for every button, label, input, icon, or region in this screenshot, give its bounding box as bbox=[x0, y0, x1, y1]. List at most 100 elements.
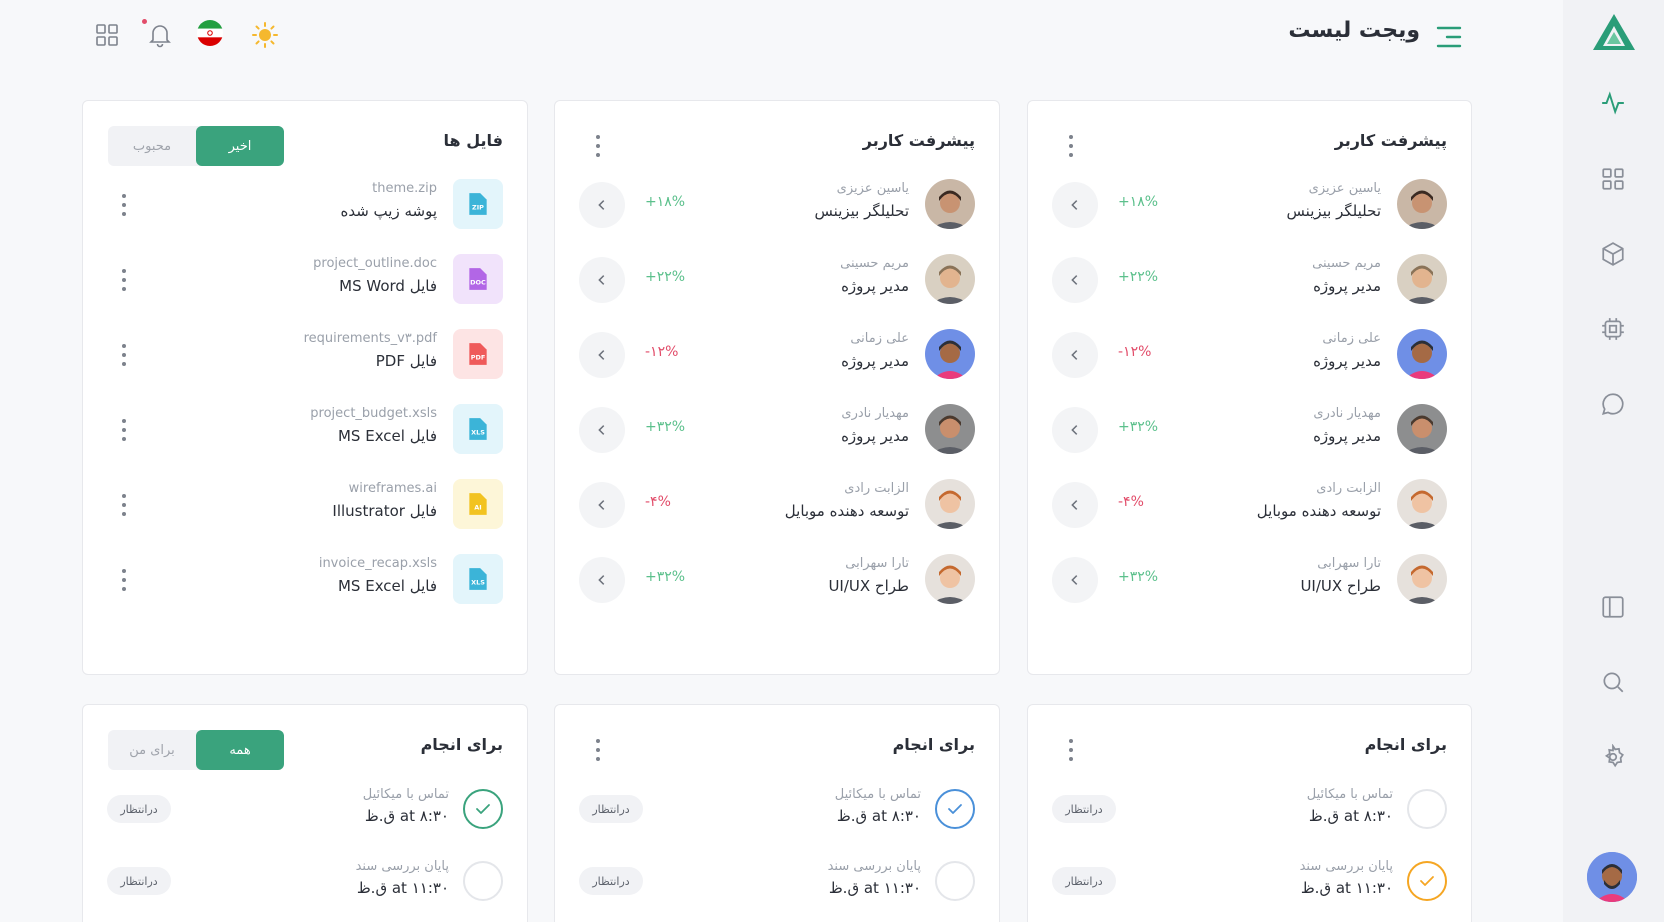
chevron-left-icon bbox=[1071, 350, 1078, 360]
chat-icon[interactable] bbox=[1600, 391, 1626, 417]
status-badge: درانتظار bbox=[107, 795, 171, 823]
settings-icon[interactable] bbox=[1600, 743, 1626, 770]
chevron-left-button[interactable] bbox=[1052, 332, 1098, 378]
user-progress-row[interactable]: الزابت رادی توسعه دهنده موبایل -۴% bbox=[1028, 479, 1471, 531]
user-name: یاسین عزیزی bbox=[1308, 181, 1381, 196]
tab-for-me[interactable]: برای من bbox=[108, 730, 196, 770]
chevron-left-button[interactable] bbox=[1052, 182, 1098, 228]
user-progress-card: پیشرفت کاربر یاسین عزیزی تحلیلگر بیزینس +۱… bbox=[1027, 100, 1472, 675]
more-options-icon[interactable] bbox=[1066, 135, 1076, 157]
more-options-icon[interactable] bbox=[1066, 739, 1076, 761]
task-checkbox[interactable] bbox=[935, 861, 975, 901]
progress-change: -۱۲% bbox=[645, 344, 679, 360]
file-type: فایل PDF bbox=[375, 352, 437, 370]
cpu-icon[interactable] bbox=[1600, 316, 1626, 342]
more-options-icon[interactable] bbox=[593, 135, 603, 157]
avatar bbox=[1397, 404, 1447, 454]
user-progress-row[interactable]: الزابت رادی توسعه دهنده موبایل -۴% bbox=[555, 479, 999, 531]
grid-icon[interactable] bbox=[1600, 166, 1626, 192]
file-options-icon[interactable] bbox=[119, 269, 129, 291]
progress-change: +۱۸% bbox=[1118, 194, 1159, 210]
user-role: مدیر پروژه bbox=[841, 352, 909, 370]
todo-card: برای انجام تماس با میکائیل ۸:۳۰ at ق.ظ درا… bbox=[1027, 704, 1472, 922]
apps-grid-icon[interactable] bbox=[94, 22, 120, 48]
user-progress-row[interactable]: یاسین عزیزی تحلیلگر بیزینس +۱۸% bbox=[555, 179, 999, 231]
progress-change: +۳۲% bbox=[645, 569, 686, 585]
task-name: تماس با میکائیل bbox=[362, 787, 449, 802]
logo[interactable] bbox=[1591, 12, 1637, 52]
bell-icon[interactable] bbox=[147, 22, 173, 48]
chevron-left-icon bbox=[1071, 425, 1078, 435]
file-options-icon[interactable] bbox=[119, 569, 129, 591]
user-progress-row[interactable]: علی زمانی مدیر پروژه -۱۲% bbox=[1028, 329, 1471, 381]
user-role: طراح UI/UX bbox=[1300, 577, 1381, 595]
tab-all[interactable]: همه bbox=[196, 730, 284, 770]
layout-icon[interactable] bbox=[1600, 594, 1626, 620]
task-time: ۸:۳۰ at ق.ظ bbox=[836, 807, 921, 825]
chevron-left-button[interactable] bbox=[579, 182, 625, 228]
todo-item: پایان بررسی سند ۱۱:۳۰ at ق.ظ درانتظار bbox=[83, 859, 527, 909]
task-checkbox[interactable] bbox=[935, 789, 975, 829]
file-options-icon[interactable] bbox=[119, 419, 129, 441]
user-name: مریم حسینی bbox=[840, 256, 909, 271]
chevron-left-button[interactable] bbox=[1052, 407, 1098, 453]
task-time: ۱۱:۳۰ at ق.ظ bbox=[1300, 879, 1393, 897]
task-name: پایان بررسی سند bbox=[355, 859, 449, 874]
user-progress-row[interactable]: مریم حسینی مدیر پروژه +۲۲% bbox=[555, 254, 999, 306]
chevron-left-button[interactable] bbox=[1052, 257, 1098, 303]
chevron-left-button[interactable] bbox=[1052, 557, 1098, 603]
chevron-left-button[interactable] bbox=[579, 482, 625, 528]
zip-icon: ZIP bbox=[453, 179, 503, 229]
chevron-left-icon bbox=[598, 350, 605, 360]
user-name: مهدیار نادری bbox=[1313, 406, 1381, 421]
task-checkbox[interactable] bbox=[463, 861, 503, 901]
chevron-left-icon bbox=[598, 275, 605, 285]
search-icon[interactable] bbox=[1600, 669, 1626, 695]
file-options-icon[interactable] bbox=[119, 494, 129, 516]
svg-text:PDF: PDF bbox=[471, 353, 486, 361]
file-options-icon[interactable] bbox=[119, 344, 129, 366]
activity-icon[interactable] bbox=[1600, 90, 1626, 116]
task-checkbox[interactable] bbox=[1407, 789, 1447, 829]
file-type: پوشه زیپ شده bbox=[340, 202, 437, 220]
user-progress-row[interactable]: علی زمانی مدیر پروژه -۱۲% bbox=[555, 329, 999, 381]
user-progress-row[interactable]: یاسین عزیزی تحلیلگر بیزینس +۱۸% bbox=[1028, 179, 1471, 231]
chevron-left-button[interactable] bbox=[579, 407, 625, 453]
user-progress-row[interactable]: مهدیار نادری مدیر پروژه +۳۲% bbox=[1028, 404, 1471, 456]
user-role: توسعه دهنده موبایل bbox=[1256, 502, 1381, 520]
theme-toggle-icon[interactable] bbox=[252, 22, 278, 48]
file-row: AI wireframes.ai فایل Illustrator bbox=[83, 479, 527, 531]
more-options-icon[interactable] bbox=[593, 739, 603, 761]
task-checkbox[interactable] bbox=[463, 789, 503, 829]
chevron-left-button[interactable] bbox=[1052, 482, 1098, 528]
tab-popular[interactable]: محبوب bbox=[108, 126, 196, 166]
files-card: فایل ها اخیر محبوب ZIP theme.zip پوشه زیپ … bbox=[82, 100, 528, 675]
user-name: علی زمانی bbox=[1322, 331, 1381, 346]
card-title: فایل ها bbox=[443, 131, 503, 150]
chevron-left-button[interactable] bbox=[579, 557, 625, 603]
user-name: تارا سهرابی bbox=[1317, 556, 1381, 571]
language-flag-icon[interactable] bbox=[197, 20, 227, 50]
user-progress-row[interactable]: مهدیار نادری مدیر پروژه +۳۲% bbox=[555, 404, 999, 456]
user-avatar[interactable] bbox=[1587, 852, 1637, 902]
card-title: پیشرفت کاربر bbox=[1334, 131, 1447, 150]
task-checkbox[interactable] bbox=[1407, 861, 1447, 901]
chevron-left-button[interactable] bbox=[579, 257, 625, 303]
tab-recent[interactable]: اخیر bbox=[196, 126, 284, 166]
file-row: ZIP theme.zip پوشه زیپ شده bbox=[83, 179, 527, 231]
user-progress-row[interactable]: مریم حسینی مدیر پروژه +۲۲% bbox=[1028, 254, 1471, 306]
card-title: برای انجام bbox=[892, 735, 975, 754]
status-badge: درانتظار bbox=[107, 867, 171, 895]
menu-toggle-icon[interactable] bbox=[1435, 24, 1463, 50]
task-name: تماس با میکائیل bbox=[1306, 787, 1393, 802]
user-role: مدیر پروژه bbox=[841, 277, 909, 295]
chevron-left-button[interactable] bbox=[579, 332, 625, 378]
file-type: فایل Illustrator bbox=[332, 502, 437, 520]
user-progress-row[interactable]: تارا سهرابی طراح UI/UX +۳۲% bbox=[555, 554, 999, 606]
user-progress-row[interactable]: تارا سهرابی طراح UI/UX +۳۲% bbox=[1028, 554, 1471, 606]
progress-change: +۳۲% bbox=[645, 419, 686, 435]
user-role: مدیر پروژه bbox=[1313, 427, 1381, 445]
ai-icon: AI bbox=[453, 479, 503, 529]
file-options-icon[interactable] bbox=[119, 194, 129, 216]
box-icon[interactable] bbox=[1600, 241, 1626, 267]
